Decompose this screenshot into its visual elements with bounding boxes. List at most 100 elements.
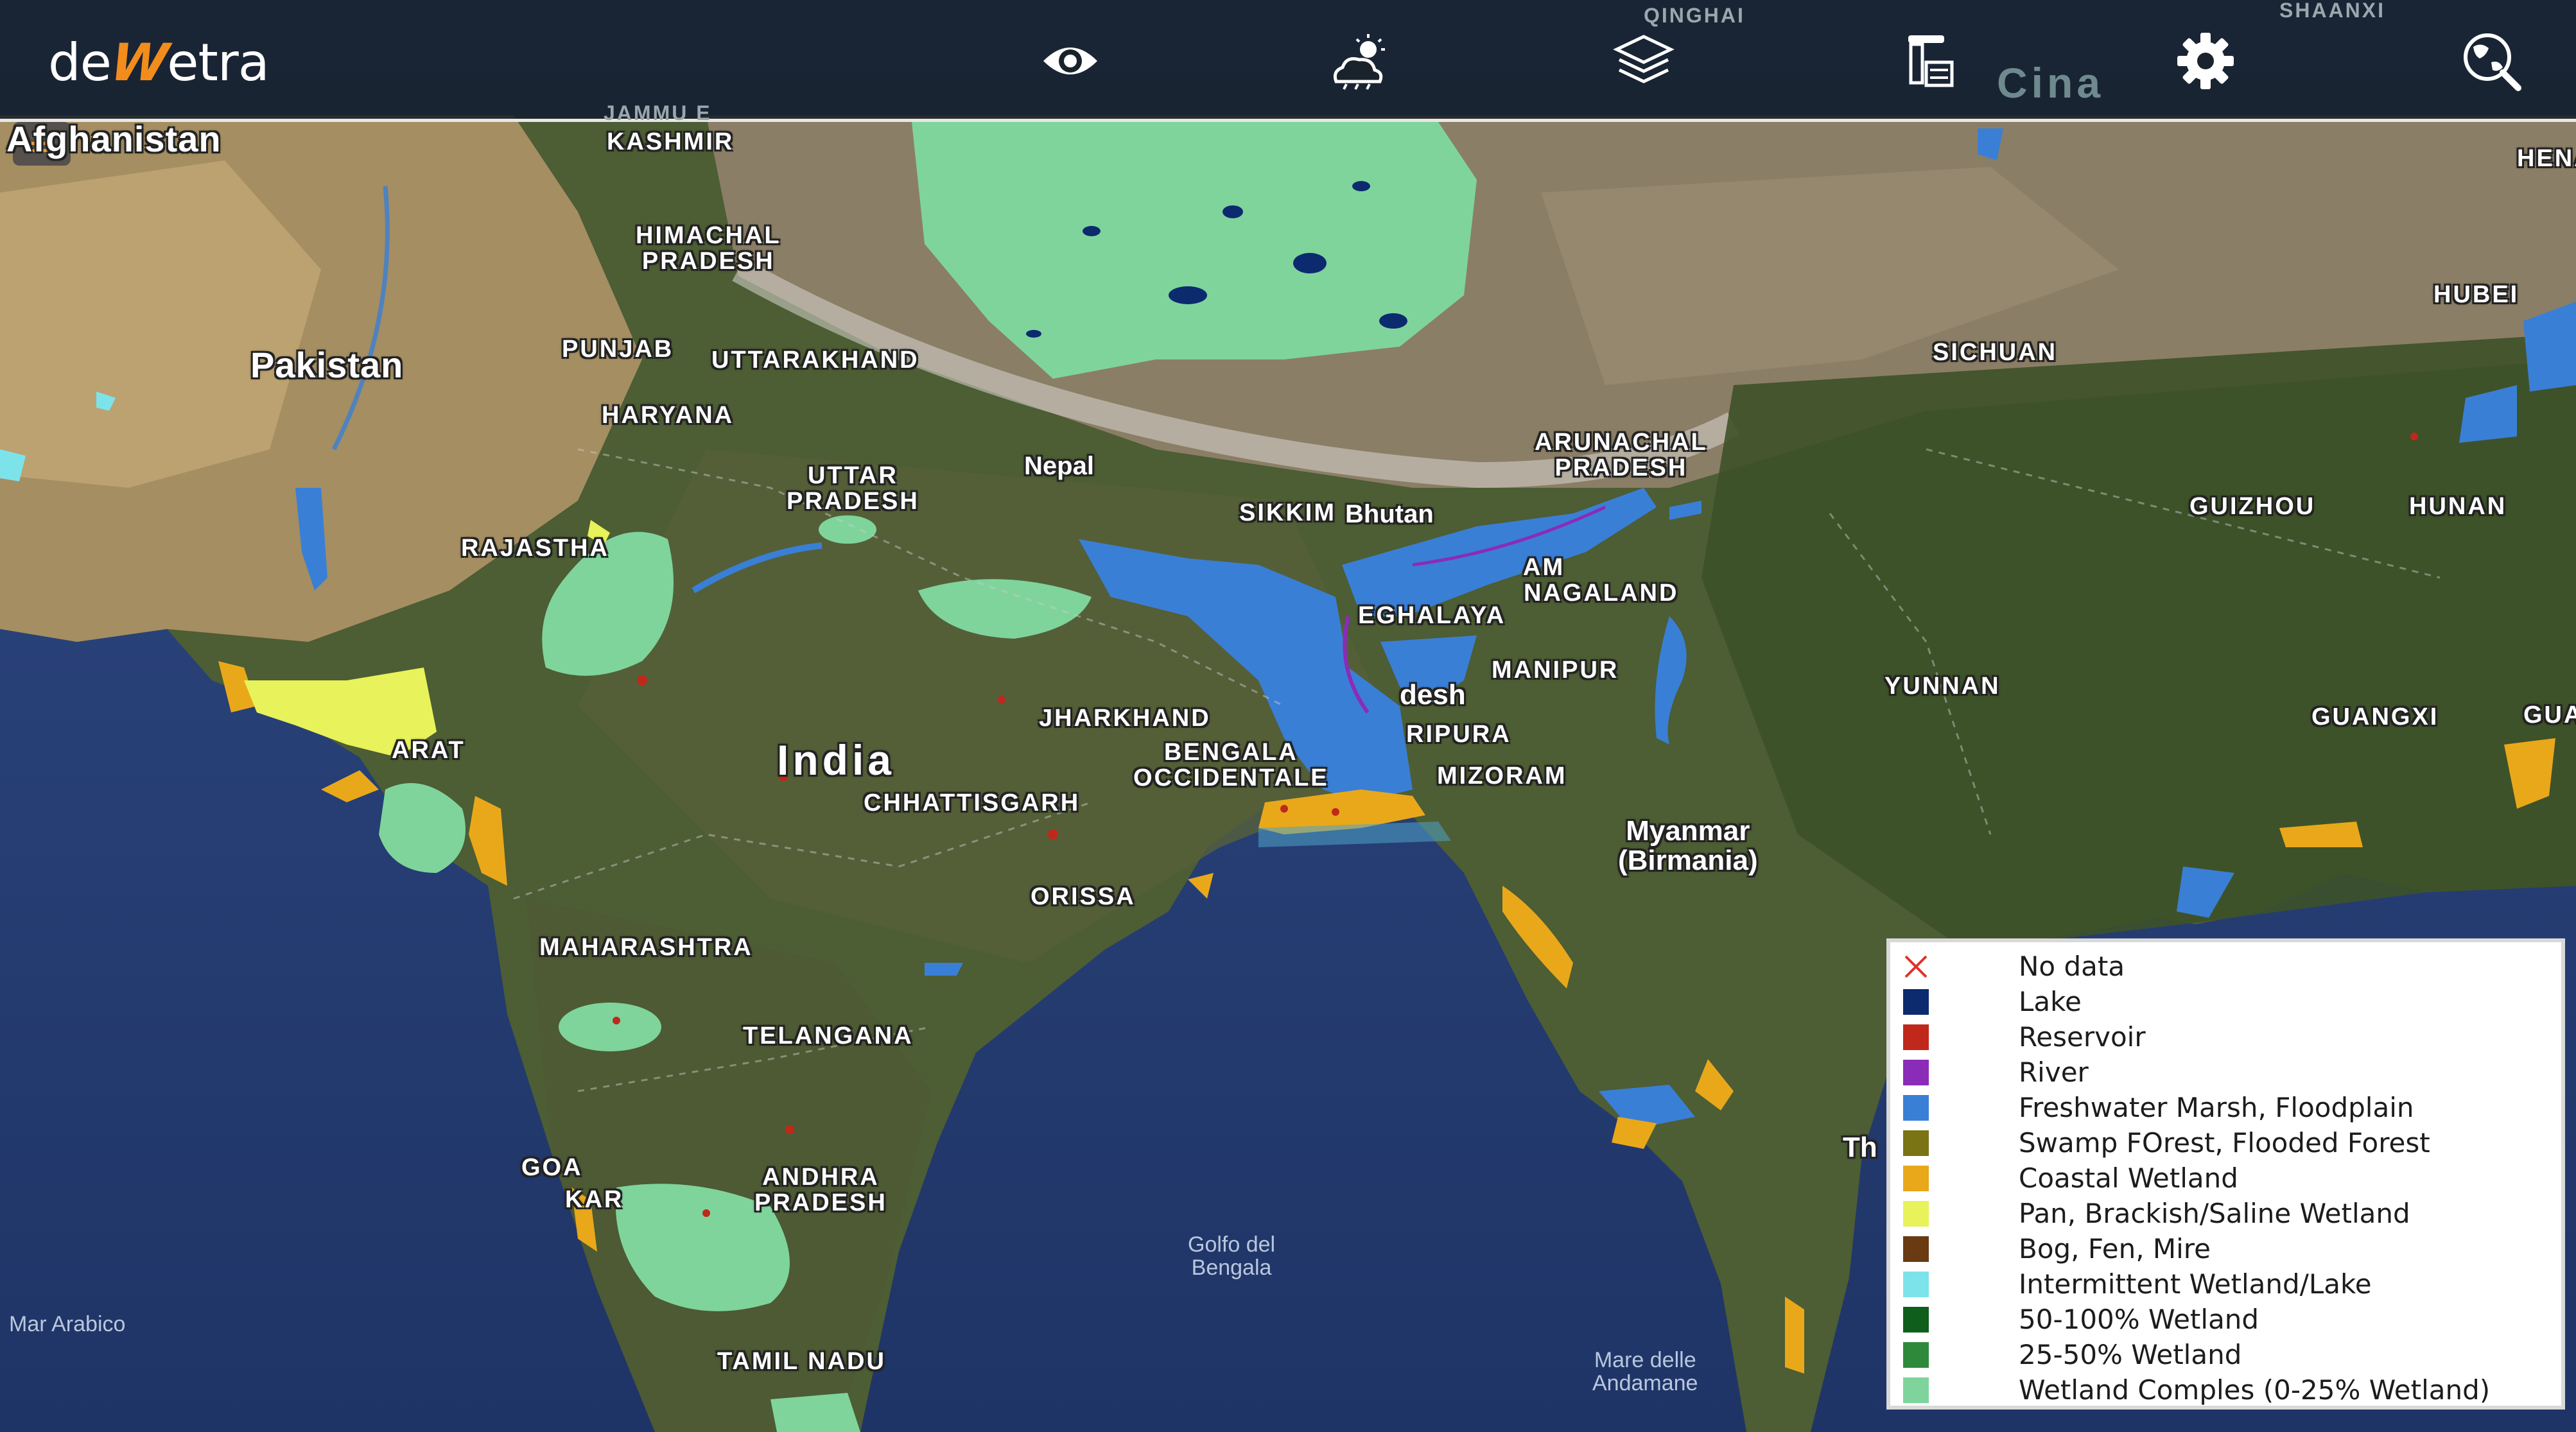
map-label-thailand: Th: [1843, 1132, 1877, 1163]
legend-item: Pan, Brackish/Saline Wetland: [1890, 1196, 2561, 1231]
map-label-hubei: HUBEI: [2433, 281, 2519, 308]
map-label-afghanistan: Afghanistan: [6, 119, 222, 159]
documents-button[interactable]: [1891, 26, 1962, 96]
map-label-tripura: RIPURA: [1406, 721, 1511, 748]
legend-swatch: [1903, 1200, 1929, 1227]
legend-swatch: [1903, 1341, 1929, 1368]
legend-item: Wetland Comples (0-25% Wetland): [1890, 1372, 2561, 1408]
legend-item: Intermittent Wetland/Lake: [1890, 1266, 2561, 1302]
eye-icon: [1043, 47, 1097, 74]
legend-swatch: [1903, 1377, 1929, 1403]
legend-swatch: [1903, 1130, 1929, 1156]
legend-label: Pan, Brackish/Saline Wetland: [2019, 1198, 2410, 1229]
map-label-uttarakhand: UTTARAKHAND: [711, 347, 919, 374]
legend-label: Lake: [2019, 986, 2082, 1017]
legend-label: 50-100% Wetland: [2019, 1304, 2259, 1335]
map-label-gujarat: ARAT: [392, 737, 466, 764]
map-label-tamil-nadu: TAMIL NADU: [717, 1348, 886, 1375]
legend-label: Reservoir: [2019, 1021, 2146, 1053]
legend-item: Coastal Wetland: [1890, 1160, 2561, 1196]
map-label-pakistan: Pakistan: [250, 345, 404, 385]
map-label-bangladesh: desh: [1400, 679, 1466, 711]
map-label-nepal: Nepal: [1024, 452, 1094, 480]
map-label-yunnan: YUNNAN: [1884, 673, 2001, 700]
legend-swatch: [1903, 1024, 1929, 1050]
document-stack-icon: [1908, 35, 1954, 87]
legend-item: No data: [1890, 949, 2561, 984]
map-label-andhra-pradesh: ANDHRA PRADESH: [754, 1164, 887, 1216]
legend-label: Bog, Fen, Mire: [2019, 1233, 2211, 1264]
map-label-jharkhand: JHARKHAND: [1039, 705, 1211, 732]
map-label-bengala-occidentale: BENGALA OCCIDENTALE: [1133, 739, 1329, 791]
legend-item: River: [1890, 1055, 2561, 1090]
legend-label: 25-50% Wetland: [2019, 1339, 2242, 1370]
legend-label: Intermittent Wetland/Lake: [2019, 1268, 2372, 1300]
legend-swatch: [1903, 1165, 1929, 1191]
map-label-assam: AM: [1523, 554, 1565, 581]
map-label-sikkim: SIKKIM: [1239, 499, 1336, 526]
logo-text-start: de: [48, 33, 112, 92]
map-label-bhutan: Bhutan: [1345, 500, 1434, 528]
map-label-mare-delle-andamane: Mare delle Andamane: [1592, 1348, 1698, 1395]
map-label-orissa: ORISSA: [1031, 883, 1136, 910]
legend-label: Freshwater Marsh, Floodplain: [2019, 1092, 2414, 1123]
map-label-henan: HENA: [2517, 145, 2576, 172]
cloud-sun-icon: [1333, 34, 1385, 90]
map-label-rajasthan: RAJASTHA: [461, 535, 609, 562]
map-label-qinghai: QINGHAI: [1644, 4, 1745, 27]
logo-text-w: W: [107, 33, 171, 92]
map-label-telangana: TELANGANA: [743, 1022, 914, 1049]
map-label-sichuan: SICHUAN: [1933, 339, 2058, 366]
gear-icon: [2177, 33, 2234, 89]
map-label-mizoram: MIZORAM: [1437, 763, 1567, 789]
map-label-cina: Cina: [1997, 59, 2105, 107]
view-button[interactable]: [1035, 26, 1106, 96]
layers-icon: [1613, 35, 1675, 83]
top-toolbar: deWetra: [0, 0, 2576, 122]
legend-swatch: [1903, 1094, 1929, 1121]
map-label-shaanxi: SHAANXI: [2279, 0, 2386, 22]
legend-label: Coastal Wetland: [2019, 1162, 2238, 1194]
map-label-jammu: JAMMU E: [604, 101, 712, 125]
map-label-goa: GOA: [521, 1154, 583, 1181]
legend-item: Reservoir: [1890, 1019, 2561, 1055]
map-label-nagaland: NAGALAND: [1524, 580, 1679, 607]
map-label-himachal-pradesh: HIMACHAL PRADESH: [636, 222, 781, 275]
legend-label: No data: [2019, 951, 2125, 982]
map-label-myanmar: Myanmar (Birmania): [1618, 815, 1758, 877]
wetland-legend: No data Lake Reservoir River Freshwater Mars…: [1886, 938, 2565, 1410]
legend-item: 50-100% Wetland: [1890, 1302, 2561, 1337]
settings-button[interactable]: [2170, 26, 2241, 96]
legend-swatch: [1903, 1271, 1929, 1297]
legend-label: Swamp FOrest, Flooded Forest: [2019, 1127, 2430, 1159]
map-label-golfo-del-bengala: Golfo del Bengala: [1188, 1232, 1276, 1280]
legend-item: 25-50% Wetland: [1890, 1337, 2561, 1372]
map-label-guangdong: GUA: [2523, 702, 2576, 729]
map-label-hunan: HUNAN: [2409, 493, 2507, 520]
map-label-haryana: HARYANA: [602, 402, 735, 429]
map-label-punjab: PUNJAB: [562, 336, 674, 363]
map-label-karnataka: KAR: [565, 1186, 624, 1213]
legend-label: River: [2019, 1057, 2089, 1088]
layers-button[interactable]: [1608, 26, 1679, 96]
globe-search-icon: [2464, 33, 2521, 91]
map-label-kashmir: KASHMIR: [607, 128, 735, 155]
map-label-chhattisgarh: CHHATTISGARH: [864, 789, 1081, 816]
legend-swatch: [1903, 1059, 1929, 1085]
globe-search-button[interactable]: [2456, 26, 2527, 96]
legend-item: Bog, Fen, Mire: [1890, 1231, 2561, 1266]
legend-label: Wetland Comples (0-25% Wetland): [2019, 1374, 2491, 1406]
map-label-india: India: [777, 736, 896, 784]
map-label-manipur: MANIPUR: [1492, 657, 1619, 684]
map-label-guangxi: GUANGXI: [2311, 703, 2439, 730]
app-logo: deWetra: [48, 31, 270, 95]
map-label-mar-arabico: Mar Arabico: [9, 1312, 126, 1336]
logo-text-end: etra: [167, 33, 269, 92]
map-label-arunachal-pradesh: ARUNACHAL PRADESH: [1535, 429, 1708, 481]
legend-swatch: [1903, 1306, 1929, 1333]
no-data-cross-icon: [1903, 954, 1929, 979]
weather-button[interactable]: [1323, 26, 1393, 96]
map-label-uttar-pradesh: UTTAR PRADESH: [787, 462, 919, 515]
legend-item: Lake: [1890, 984, 2561, 1019]
map-label-maharashtra: MAHARASHTRA: [539, 934, 753, 961]
